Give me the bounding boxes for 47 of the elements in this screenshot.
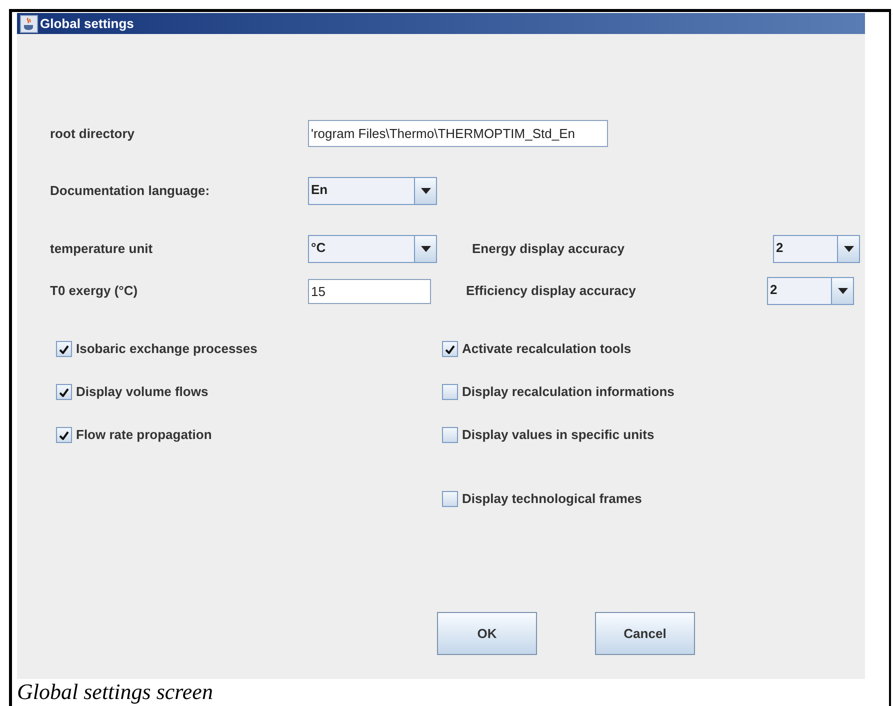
dropdown-arrow-button[interactable] — [831, 278, 853, 304]
dialog-button[interactable]: OK — [437, 612, 537, 655]
window-title: Global settings — [40, 14, 134, 33]
field-label: temperature unit — [50, 240, 154, 258]
caret-down-icon — [844, 246, 854, 252]
figure-caption: Global settings screen — [17, 679, 214, 705]
dropdown[interactable]: °C — [308, 235, 437, 263]
checkbox-label: Isobaric exchange processes — [76, 340, 258, 358]
caret-down-icon — [420, 246, 430, 252]
check-icon — [59, 344, 69, 354]
checkbox-label: Display recalculation informations — [462, 383, 674, 402]
caret-down-icon — [838, 288, 848, 294]
dropdown-arrow-button[interactable] — [414, 236, 436, 262]
caret-down-icon — [420, 188, 430, 194]
check-icon — [59, 430, 69, 440]
checkbox[interactable] — [442, 384, 458, 400]
dropdown-value: En — [310, 181, 329, 199]
field-label: Energy display accuracy — [472, 240, 626, 258]
dropdown[interactable]: 2 — [767, 277, 854, 305]
checkbox[interactable] — [56, 384, 72, 400]
field-label: Efficiency display accuracy — [466, 282, 637, 300]
dialog-button[interactable]: Cancel — [595, 612, 695, 655]
field-label: root directory — [50, 124, 136, 143]
checkbox[interactable] — [442, 491, 458, 507]
checkbox-label: Activate recalculation tools — [462, 340, 632, 358]
text-field[interactable]: 'rogram Files\Thermo\THERMOPTIM_Std_En — [308, 120, 608, 147]
checkbox[interactable] — [56, 427, 72, 443]
text-field[interactable]: 15 — [308, 278, 431, 304]
dropdown-value: 2 — [769, 281, 778, 299]
checkbox-label: Flow rate propagation — [76, 426, 212, 444]
checkbox-label: Display values in specific units — [462, 426, 654, 444]
field-label: Documentation language: — [50, 182, 211, 200]
check-icon — [445, 344, 455, 354]
checkbox[interactable] — [56, 341, 72, 357]
app-icon — [20, 14, 38, 32]
dropdown-arrow-button[interactable] — [414, 178, 436, 204]
dropdown-arrow-button[interactable] — [837, 236, 859, 262]
dropdown-value: °C — [310, 239, 327, 257]
field-label: T0 exergy (°C) — [50, 282, 139, 300]
check-icon — [59, 388, 69, 396]
checkbox[interactable] — [442, 341, 458, 357]
dropdown[interactable]: 2 — [773, 235, 860, 263]
dropdown-value: 2 — [775, 239, 784, 257]
checkbox[interactable] — [442, 427, 458, 443]
checkbox-label: Display volume flows — [76, 383, 208, 402]
dropdown[interactable]: En — [308, 177, 437, 205]
checkbox-label: Display technological frames — [462, 490, 642, 508]
